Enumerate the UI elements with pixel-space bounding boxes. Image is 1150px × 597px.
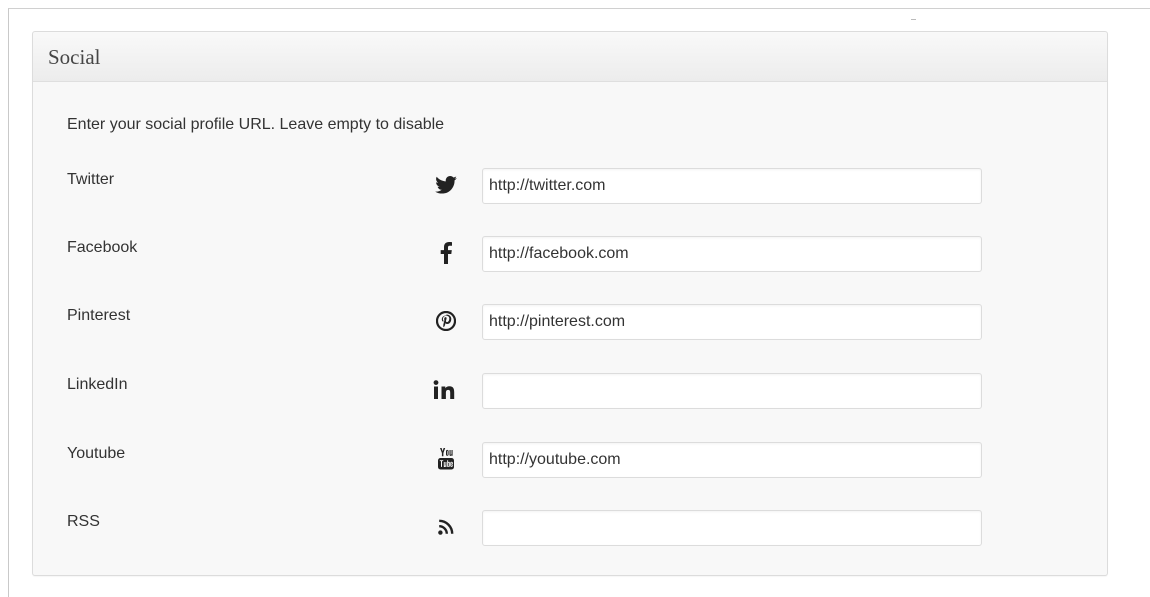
social-row-twitter: Twitter bbox=[33, 168, 1107, 206]
facebook-icon bbox=[428, 238, 464, 268]
divider-mark bbox=[911, 19, 916, 20]
linkedin-icon bbox=[428, 375, 464, 405]
social-row-youtube: Youtube bbox=[33, 442, 1107, 480]
rss-url-input[interactable] bbox=[482, 510, 982, 546]
social-row-facebook: Facebook bbox=[33, 236, 1107, 274]
social-row-linkedin: LinkedIn bbox=[33, 373, 1107, 411]
panel-description: Enter your social profile URL. Leave emp… bbox=[67, 116, 445, 133]
twitter-url-input[interactable] bbox=[482, 168, 982, 204]
rss-label: RSS bbox=[67, 513, 100, 530]
pinterest-icon bbox=[428, 306, 464, 336]
twitter-icon bbox=[428, 170, 464, 200]
youtube-icon bbox=[428, 444, 464, 474]
pinterest-url-input[interactable] bbox=[482, 304, 982, 340]
social-settings-panel: Social Enter your social profile URL. Le… bbox=[32, 31, 1108, 576]
facebook-url-input[interactable] bbox=[482, 236, 982, 272]
twitter-label: Twitter bbox=[67, 171, 115, 188]
social-row-rss: RSS bbox=[33, 510, 1107, 548]
facebook-label: Facebook bbox=[67, 239, 138, 256]
youtube-url-input[interactable] bbox=[482, 442, 982, 478]
panel-title: Social bbox=[33, 32, 1107, 82]
linkedin-url-input[interactable] bbox=[482, 373, 982, 409]
rss-icon bbox=[428, 512, 464, 542]
social-row-pinterest: Pinterest bbox=[33, 304, 1107, 342]
pinterest-label: Pinterest bbox=[67, 307, 131, 324]
linkedin-label: LinkedIn bbox=[67, 376, 128, 393]
youtube-label: Youtube bbox=[67, 445, 126, 462]
